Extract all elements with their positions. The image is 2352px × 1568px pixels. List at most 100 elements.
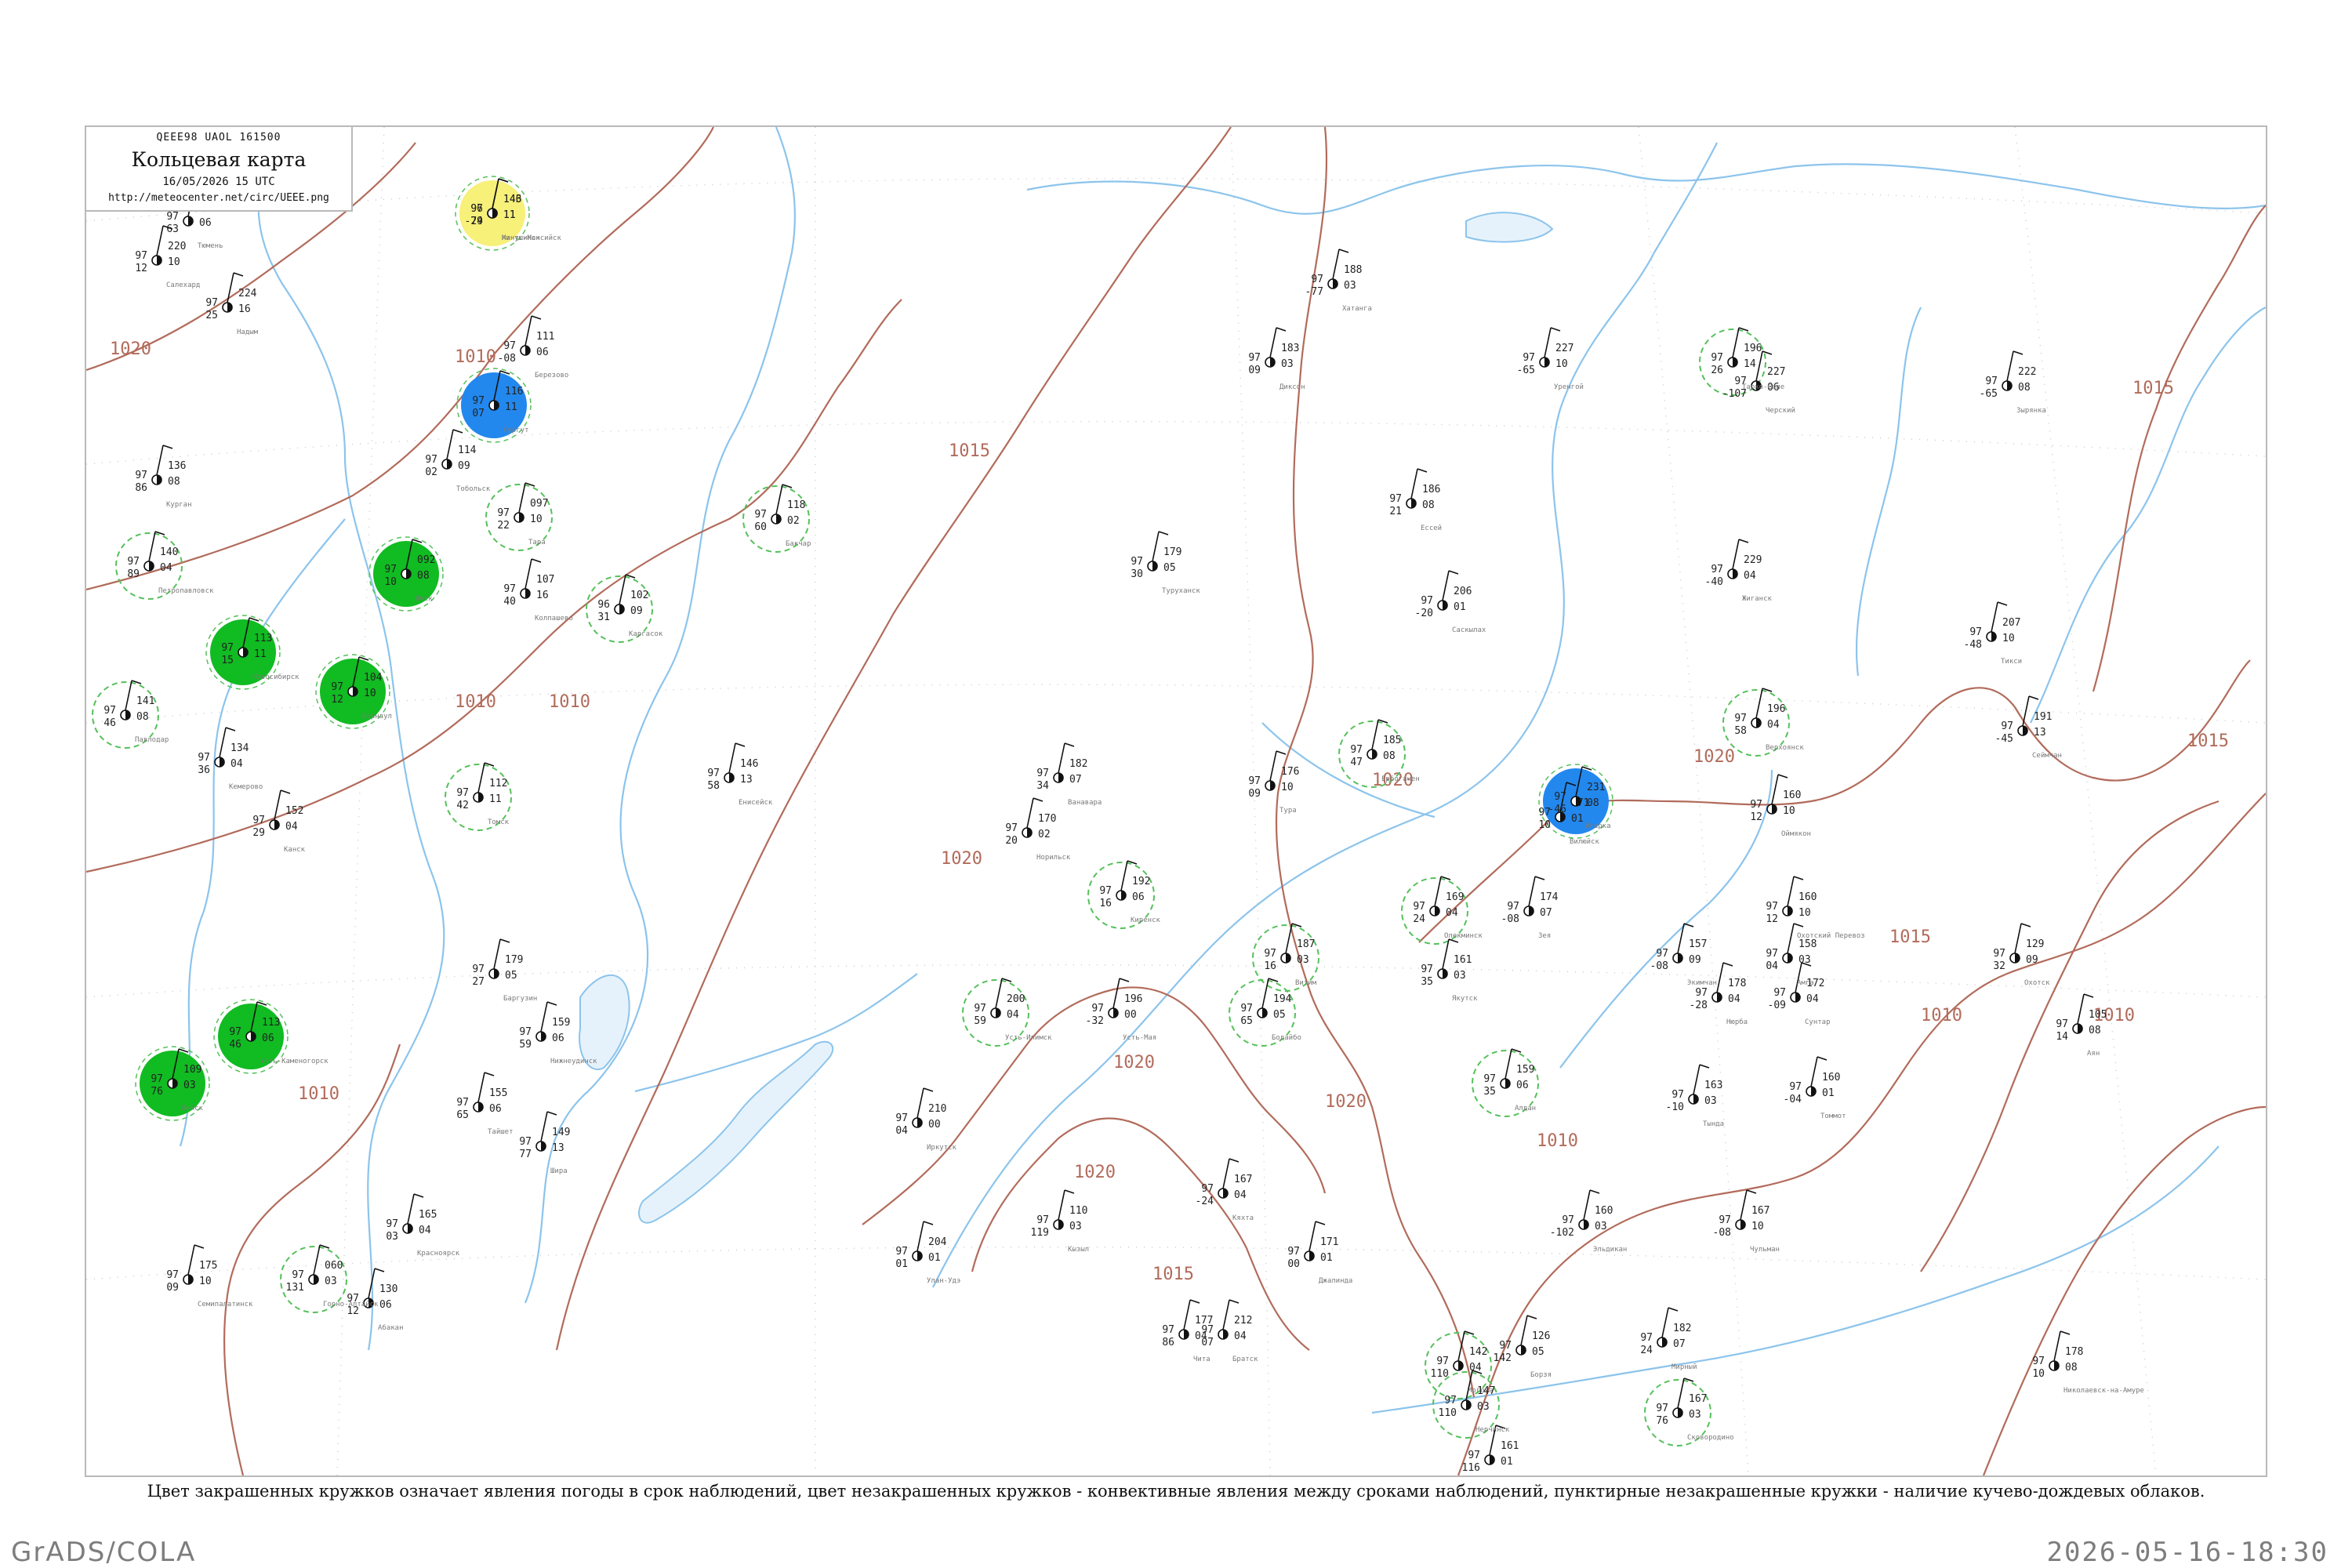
station-value: 07: [1540, 907, 1552, 919]
station-value: 188: [1344, 264, 1362, 276]
station-value: 07: [472, 408, 485, 419]
station-value: 76: [1656, 1415, 1668, 1427]
station-value: 146: [740, 758, 758, 770]
station-value: 97: [1444, 1395, 1457, 1406]
station-name: Вилюйск: [1570, 838, 1600, 846]
station-value: 196: [1744, 343, 1762, 354]
station-value: 97: [127, 556, 140, 568]
station-value: 192: [1132, 876, 1150, 887]
lake-baikal: [638, 1040, 834, 1224]
station-value: 97: [221, 642, 234, 654]
station-plot: 167 03 9776 Сковородино: [1656, 1377, 1734, 1442]
station-plot: 102 09 9631 Каргасок: [597, 574, 663, 638]
station-value: 147: [1477, 1385, 1495, 1397]
station-value: 01: [895, 1258, 908, 1270]
station-value: 01: [1822, 1087, 1835, 1099]
station-value: 97: [1468, 1450, 1480, 1461]
station-value: 59: [519, 1039, 532, 1051]
station-value: 97: [166, 211, 179, 223]
station-name: Охотск: [2024, 979, 2050, 987]
station-value: 200: [1007, 993, 1025, 1005]
station-name: Иркутск: [927, 1144, 957, 1152]
station-value: 10: [364, 688, 376, 699]
station-value: 179: [1163, 546, 1181, 558]
station-value: 97: [1264, 948, 1276, 960]
station-value: 11: [489, 793, 502, 805]
station-value: 46: [229, 1039, 241, 1051]
station-value: 01: [1571, 813, 1584, 825]
station-value: 97: [1240, 1003, 1253, 1014]
station-value: 08: [1587, 797, 1599, 809]
station-value: 97: [1248, 775, 1261, 787]
isobar-label: 1020: [110, 339, 151, 359]
station-name: Омск: [416, 595, 433, 603]
station-plot: 112 11 9742 Томск: [456, 762, 510, 826]
station-name: Тюмень: [198, 242, 223, 250]
station-value: 97: [754, 509, 767, 521]
station-value: 97: [1985, 376, 1998, 387]
station-name: Каргасок: [629, 630, 663, 638]
station-plot: 111 06 97-08 Березово: [498, 315, 568, 379]
station-value: 119: [1031, 1227, 1049, 1239]
station-value: 97: [1711, 352, 1723, 364]
station-value: 170: [1038, 813, 1056, 825]
station-plot: 105 08 9714 Аян: [2056, 993, 2107, 1058]
station-value: 05: [1273, 1009, 1286, 1021]
station-plot: 182 07 9734 Ванавара: [1036, 742, 1102, 807]
station-value: 10: [1751, 1221, 1764, 1232]
station-value: 118: [787, 499, 805, 511]
station-value: 16: [536, 590, 549, 601]
station-value: 10: [384, 576, 397, 588]
station-name: Кызыл: [1068, 1246, 1089, 1254]
station-value: 175: [199, 1260, 217, 1272]
station-value: 04: [1007, 1009, 1019, 1021]
station-value: 160: [1798, 891, 1817, 903]
station-value: -28: [1690, 1000, 1708, 1011]
station-value: 160: [1783, 789, 1801, 801]
station-value: 01: [928, 1252, 941, 1264]
station-value: 08: [2089, 1025, 2101, 1036]
station-value: 114: [458, 445, 477, 456]
station-name: Саскылах: [1452, 626, 1486, 634]
station-value: 97: [1413, 901, 1425, 913]
station-value: 167: [1689, 1393, 1707, 1405]
station-name: Кемерово: [229, 783, 263, 791]
station-value: 97: [1562, 1214, 1574, 1226]
station-value: 10: [530, 514, 543, 525]
station-plot: 174 07 97-08 Зея: [1501, 876, 1559, 940]
station-value: 182: [1069, 758, 1087, 770]
station-value: 04: [1234, 1330, 1247, 1342]
station-plot: 134 04 9736 Кемерово: [198, 727, 263, 791]
station-name: Борзя: [1530, 1371, 1552, 1379]
station-plot: 155 06 9765 Тайшет: [456, 1072, 514, 1136]
station-name: Нерчинск: [1475, 1426, 1510, 1434]
station-value: 26: [1711, 365, 1723, 376]
station-value: 97: [1483, 1073, 1496, 1085]
station-plot: 163 03 97-10 Тында: [1666, 1064, 1724, 1128]
station-value: 97: [205, 297, 218, 309]
station-plot: 107 16 9740 Колпашево: [503, 558, 573, 622]
station-name: Тарко-Сале: [1742, 383, 1784, 391]
station-value: 97: [503, 583, 516, 595]
station-value: 157: [1689, 938, 1707, 950]
station-name: Хатанга: [1342, 305, 1372, 313]
station-value: 187: [1297, 938, 1315, 950]
station-name: Красноярск: [417, 1250, 460, 1258]
river-ob: [257, 158, 445, 1351]
station-plot: 152 04 9729 Канск: [252, 789, 306, 854]
station-value: 97: [1201, 1183, 1214, 1195]
station-value: 10: [168, 256, 180, 268]
station-name: Павлодар: [135, 736, 169, 744]
station-name: Киренск: [1131, 916, 1161, 924]
station-value: 04: [895, 1125, 908, 1137]
station-value: 97: [1766, 948, 1778, 960]
station-value: -40: [1705, 576, 1723, 588]
station-value: 224: [238, 288, 257, 299]
station-value: 112: [489, 778, 507, 789]
station-plot: 182 07 9724 Мирный: [1640, 1307, 1697, 1371]
station-plot: 179 05 9727 Баргузин: [472, 938, 537, 1003]
station-plots-layer: 1461196-29Ханты-Мансийск1110697-08Березо…: [103, 178, 2144, 1474]
station-value: 12: [1766, 913, 1778, 925]
station-value: 97: [2056, 1018, 2068, 1030]
station-value: 08: [417, 570, 430, 582]
